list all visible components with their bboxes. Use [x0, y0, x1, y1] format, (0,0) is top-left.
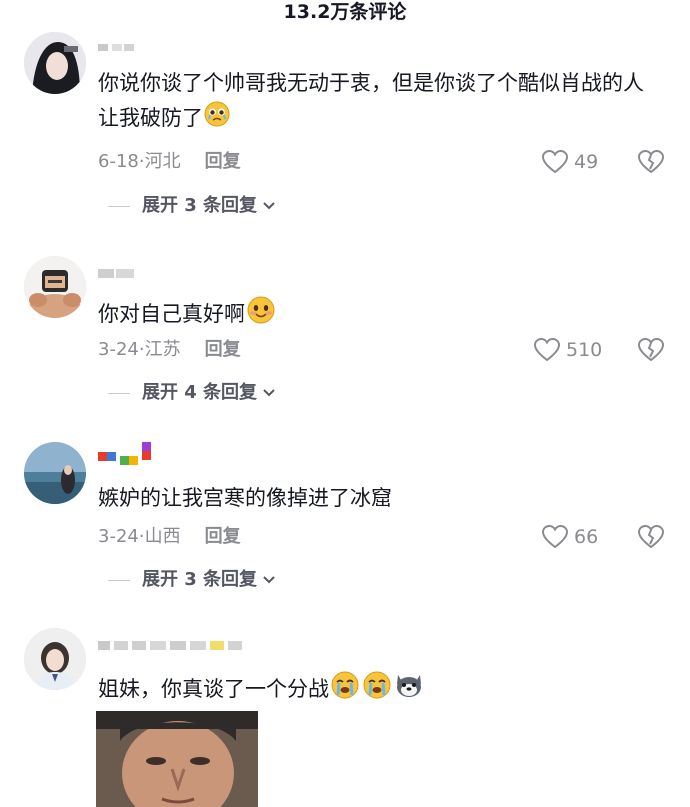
comment-location: 山西 [144, 526, 181, 547]
reply-button[interactable]: 回复 [205, 526, 241, 547]
like-count: 66 [574, 526, 599, 548]
expand-replies-button[interactable]: 展开 3 条回复 [108, 568, 277, 592]
chevron-down-icon [263, 202, 275, 210]
comment-date: 3-24 [98, 526, 139, 547]
comment-text: 你对自己真好啊 [98, 294, 658, 336]
comment-meta: 3-24·山西 回复 [98, 526, 241, 547]
like-count: 510 [566, 339, 603, 361]
username-blurred[interactable] [98, 638, 278, 652]
avatar[interactable] [24, 32, 86, 94]
heart-icon [542, 150, 568, 174]
pleading-face-icon [203, 100, 231, 138]
husky-dog-icon [393, 669, 425, 711]
username-blurred[interactable] [98, 42, 134, 56]
smiling-face-icon [245, 294, 277, 336]
comment-location: 河北 [144, 151, 181, 172]
broken-heart-icon [637, 337, 665, 362]
divider-line [108, 392, 130, 394]
username-blurred[interactable] [98, 267, 134, 281]
comment-text: 你说你谈了个帅哥我无动于衷，但是你谈了个酷似肖战的人让我破防了 [98, 66, 658, 138]
dislike-button[interactable] [637, 524, 665, 553]
crying-face-icon [329, 669, 361, 711]
like-count: 49 [574, 151, 599, 173]
dislike-button[interactable] [637, 149, 665, 178]
username-blurred[interactable] [98, 440, 158, 465]
chevron-down-icon [263, 389, 275, 397]
like-button[interactable]: 66 [542, 525, 598, 549]
divider-line [108, 579, 130, 581]
comment-image-thumbnail[interactable] [96, 711, 258, 807]
divider-line [108, 205, 130, 207]
crying-face-icon [361, 669, 393, 711]
expand-replies-button[interactable]: 展开 3 条回复 [108, 194, 277, 218]
comment-date: 3-24 [98, 339, 139, 360]
like-button[interactable]: 510 [534, 338, 602, 362]
avatar[interactable] [24, 628, 86, 690]
comment-text: 嫉妒的让我宫寒的像掉进了冰窟 [98, 486, 392, 510]
heart-icon [534, 338, 560, 362]
comment-meta: 3-24·江苏 回复 [98, 339, 241, 360]
reply-button[interactable]: 回复 [205, 339, 241, 360]
chevron-down-icon [263, 576, 275, 584]
broken-heart-icon [637, 149, 665, 174]
comment-meta: 6-18·河北 回复 [98, 151, 241, 172]
broken-heart-icon [637, 524, 665, 549]
avatar[interactable] [24, 256, 86, 318]
like-button[interactable]: 49 [542, 150, 598, 174]
avatar[interactable] [24, 442, 86, 504]
comment-count-title: 13.2万条评论 [283, 1, 407, 23]
dislike-button[interactable] [637, 337, 665, 366]
comment-date: 6-18 [98, 151, 139, 172]
reply-button[interactable]: 回复 [205, 151, 241, 172]
heart-icon [542, 525, 568, 549]
expand-replies-button[interactable]: 展开 4 条回复 [108, 381, 277, 405]
comment-text: 姐妹，你真谈了一个分战 [98, 669, 658, 711]
comment-location: 江苏 [144, 339, 181, 360]
